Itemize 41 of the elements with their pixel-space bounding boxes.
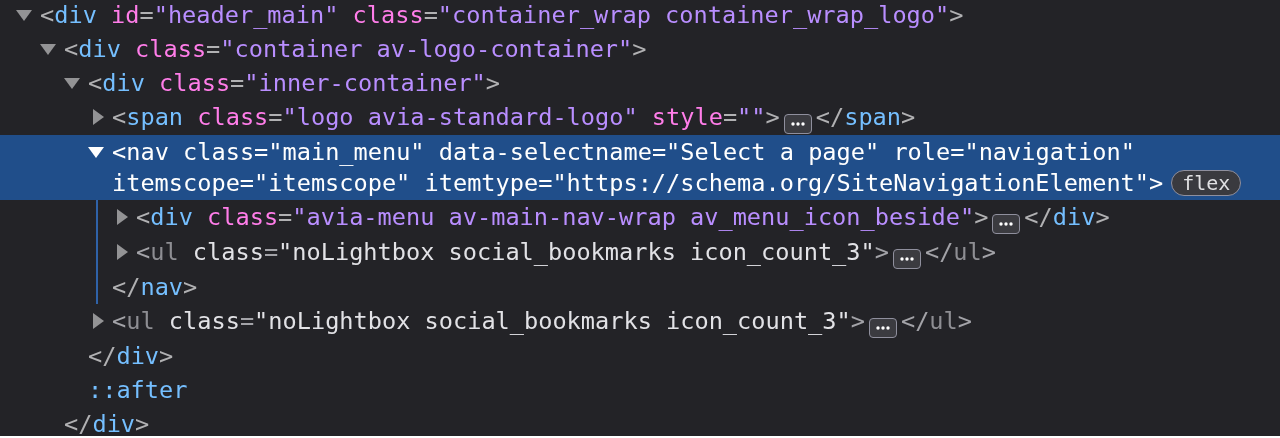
opening-tag: <div class="container av-logo-container">	[64, 34, 647, 63]
pseudo-element[interactable]: ::after	[88, 374, 188, 406]
closing-tag: </nav>	[112, 272, 198, 301]
caret-down-icon[interactable]	[16, 9, 32, 21]
tree-node-row[interactable]: <div class="container av-logo-container">	[0, 32, 1280, 66]
ellipsis-button[interactable]	[868, 317, 897, 338]
tree-node-row[interactable]: <ul class="noLightbox social_bookmarks icon_count_3"> </ul>	[98, 235, 1280, 270]
ellipsis-icon	[899, 256, 914, 261]
closing-tag: </div>	[88, 341, 174, 370]
tree-node-row[interactable]: <nav class="main_menu" data-selectname="Select a page" role="navigation" itemscope="itemscope" itemtype="https://schema.org/SiteNavigationElement"> flex	[0, 135, 1280, 200]
closing-tag: </div>	[64, 409, 150, 436]
opening-tag: <ul class="noLightbox social_bookmarks icon_count_3">	[136, 237, 889, 266]
tree-node-row[interactable]: <div class="avia-menu av-main-nav-wrap av_menu_icon_beside"> </div>	[98, 200, 1280, 235]
caret-right-icon[interactable]	[117, 244, 128, 260]
ellipsis-button[interactable]	[992, 213, 1021, 234]
tree-node-row[interactable]: <ul class="noLightbox social_bookmarks icon_count_3"> </ul>	[0, 304, 1280, 339]
display-badge[interactable]: flex	[1171, 169, 1242, 196]
opening-tag: <ul class="noLightbox social_bookmarks icon_count_3">	[112, 306, 865, 335]
caret-down-icon[interactable]	[64, 77, 80, 89]
closing-tag: </div>	[1024, 202, 1110, 231]
opening-tag: <span class="logo avia-standard-logo" style="">	[112, 102, 780, 131]
opening-tag: <nav class="main_menu" data-selectname="Select a page" role="navigation" itemscope="itemscope" itemtype="https://schema.org/SiteNavigationElement">	[112, 137, 1164, 197]
ellipsis-button[interactable]	[783, 113, 812, 134]
ellipsis-icon	[875, 325, 890, 330]
tree-node-row[interactable]: <div id="header_main" class="container_wrap container_wrap_logo">	[0, 0, 1280, 32]
caret-down-icon[interactable]	[88, 146, 104, 158]
ellipsis-icon	[999, 221, 1014, 226]
closing-tag: </ul>	[900, 306, 972, 335]
opening-tag: <div id="header_main" class="container_wrap container_wrap_logo">	[40, 0, 964, 29]
ellipsis-icon	[790, 121, 805, 126]
caret-right-icon[interactable]	[93, 109, 104, 125]
ellipsis-button[interactable]	[892, 248, 921, 269]
tree-node-row[interactable]: <div class="inner-container">	[0, 66, 1280, 100]
caret-right-icon[interactable]	[117, 209, 128, 225]
tree-node-row[interactable]: <span class="logo avia-standard-logo" style=""> </span>	[0, 100, 1280, 135]
closing-tag: </ul>	[924, 237, 996, 266]
closing-tag: </span>	[815, 102, 916, 131]
caret-right-icon[interactable]	[93, 313, 104, 329]
opening-tag: <div class="inner-container">	[88, 68, 500, 97]
caret-down-icon[interactable]	[40, 43, 56, 55]
opening-tag: <div class="avia-menu av-main-nav-wrap av_menu_icon_beside">	[136, 202, 989, 231]
